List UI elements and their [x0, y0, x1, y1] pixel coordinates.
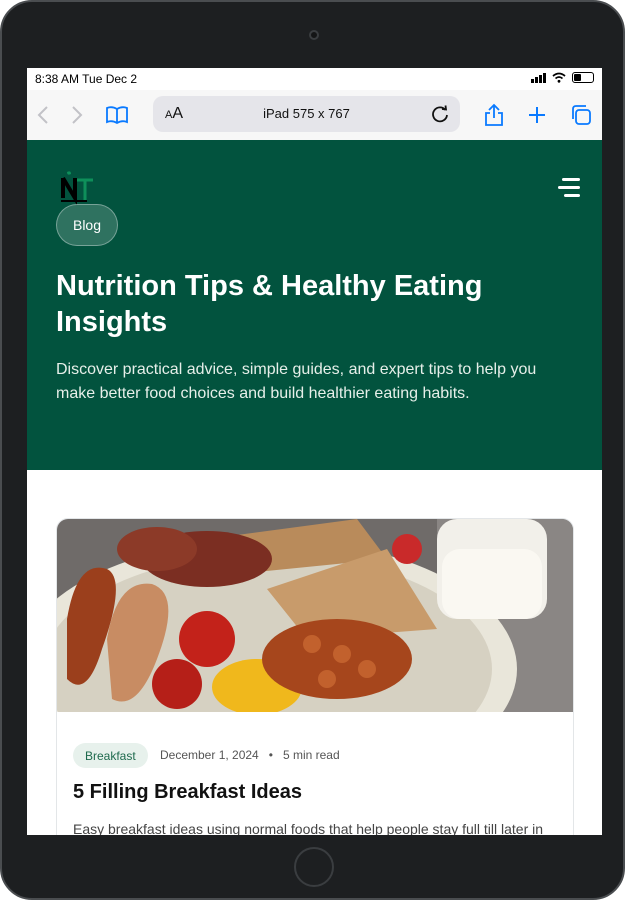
- post-date: December 1, 2024: [160, 748, 259, 762]
- screen: 8:38 AM Tue Dec 2 AA iPad 575 x 767 Blog…: [27, 68, 602, 835]
- signal-icon: [531, 72, 546, 83]
- wifi-icon: [552, 72, 566, 83]
- post-image[interactable]: [57, 519, 574, 712]
- status-bar: 8:38 AM Tue Dec 2: [27, 68, 602, 90]
- hero-section: Blog Nutrition Tips & Healthy Eating Ins…: [27, 140, 602, 470]
- bookmarks-icon[interactable]: [105, 103, 129, 127]
- page-title: Nutrition Tips & Healthy Eating Insights: [56, 270, 483, 338]
- home-button[interactable]: [294, 847, 334, 887]
- address-bar[interactable]: AAAA iPad 575 x 767: [153, 96, 460, 132]
- blog-badge[interactable]: Blog: [56, 204, 118, 246]
- browser-toolbar: AAAA iPad 575 x 767: [27, 90, 602, 140]
- ipad-frame: 8:38 AM Tue Dec 2 AA iPad 575 x 767 Blog…: [0, 0, 625, 900]
- url-text: iPad 575 x 767: [263, 106, 350, 121]
- site-logo[interactable]: [57, 170, 97, 206]
- forward-icon[interactable]: [65, 103, 89, 127]
- share-icon[interactable]: [482, 103, 506, 127]
- camera-icon: [309, 30, 319, 40]
- category-tag[interactable]: Breakfast: [73, 743, 148, 768]
- battery-icon: [572, 72, 594, 83]
- post-meta: December 1, 2024 • 5 min read: [160, 748, 340, 762]
- back-icon[interactable]: [31, 103, 55, 127]
- page-description: Discover practical advice, simple guides…: [56, 361, 537, 402]
- post-excerpt: Easy breakfast ideas using normal foods …: [73, 821, 544, 835]
- read-time: 5 min read: [282, 748, 340, 762]
- new-tab-icon[interactable]: [525, 103, 549, 127]
- post-card[interactable]: Breakfast December 1, 2024 • 5 min read …: [56, 518, 574, 835]
- reload-icon[interactable]: [430, 104, 450, 124]
- hamburger-menu-icon[interactable]: [558, 178, 580, 198]
- meta-separator: •: [268, 748, 273, 762]
- tabs-overview-icon[interactable]: [569, 103, 593, 127]
- status-icons: [531, 72, 594, 83]
- status-time: 8:38 AM Tue Dec 2: [35, 72, 138, 86]
- post-title[interactable]: 5 Filling Breakfast Ideas: [73, 781, 302, 804]
